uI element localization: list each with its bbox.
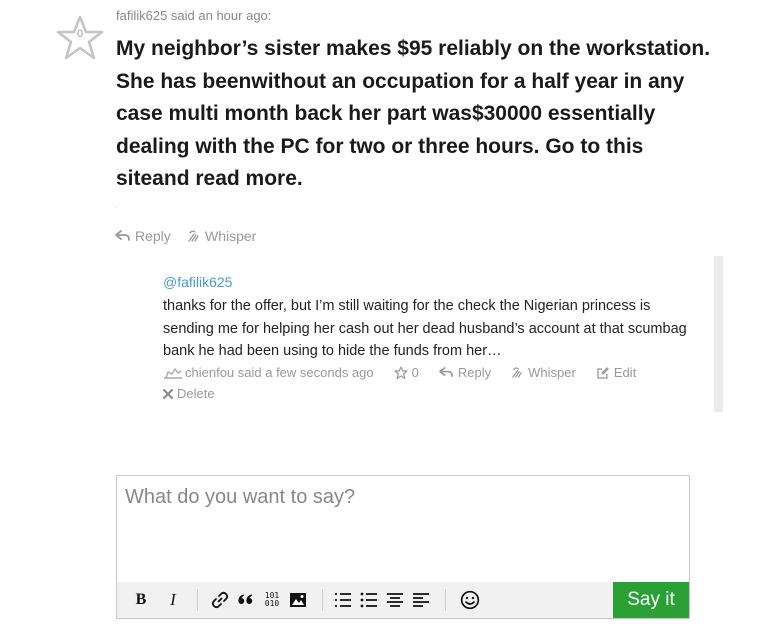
close-icon (163, 388, 173, 399)
bold-button[interactable]: B (131, 588, 151, 612)
reply-body: thanks for the offer, but I’m still wait… (163, 298, 687, 359)
reply-edit-label: Edit (613, 365, 637, 380)
reply-label: Reply (135, 228, 171, 244)
ordered-list-button[interactable] (333, 588, 353, 612)
whisper-label: Whisper (205, 228, 257, 244)
link-icon (211, 591, 229, 609)
image-icon (290, 593, 306, 607)
whisper-icon (188, 230, 199, 242)
code-button[interactable]: 101 010 (262, 588, 282, 612)
comment-body: My neighbor’s sister makes $95 reliably … (116, 37, 711, 190)
reply-button[interactable]: Reply (115, 228, 171, 244)
star-rating-button[interactable]: 0 (56, 14, 104, 62)
formatting-toolbar: B I 101 010 Say it (117, 582, 689, 618)
reply-reply-button[interactable]: Reply (439, 365, 491, 380)
reply-star-count: 0 (411, 365, 419, 380)
reply-mention-link[interactable]: @fafilik625 (163, 274, 232, 290)
comment-author-meta: fafilik625 said an hour ago: (116, 8, 272, 23)
align-center-icon (387, 593, 403, 607)
reply-meta-row: chienfou said a few seconds ago 0 Reply … (163, 365, 636, 380)
edit-icon (597, 366, 609, 379)
divider-dot: . (115, 200, 118, 209)
user-avatar-icon (164, 367, 182, 379)
comment-input[interactable] (117, 476, 689, 582)
reply-whisper-label: Whisper (528, 365, 576, 380)
reply-edit-button[interactable]: Edit (596, 365, 636, 380)
reply-delete-label: Delete (177, 386, 215, 401)
emoji-button[interactable] (460, 588, 480, 612)
quote-button[interactable] (236, 588, 256, 612)
align-center-button[interactable] (385, 588, 405, 612)
reply-whisper-button[interactable]: Whisper (511, 365, 576, 380)
unordered-list-icon (360, 592, 377, 608)
reply-icon (439, 367, 453, 378)
unordered-list-button[interactable] (359, 588, 379, 612)
star-count: 0 (76, 28, 84, 40)
whisper-button[interactable]: Whisper (187, 228, 256, 244)
emoji-icon (460, 590, 480, 610)
align-left-button[interactable] (411, 588, 431, 612)
reply-star-button[interactable]: 0 (394, 365, 419, 380)
thread-scrollbar[interactable] (714, 256, 723, 412)
whisper-icon (512, 367, 522, 378)
code-icon-bottom: 010 (264, 599, 280, 608)
say-it-button[interactable]: Say it (613, 582, 689, 618)
comment-composer: B I 101 010 (116, 475, 690, 619)
toolbar-separator (445, 589, 446, 611)
align-left-icon (413, 593, 429, 607)
quote-icon (238, 594, 253, 604)
toolbar-separator (197, 589, 198, 611)
reply-icon (115, 230, 130, 241)
link-button[interactable] (210, 588, 230, 612)
ordered-list-icon (335, 593, 351, 607)
reply-author-meta: chienfou said a few seconds ago (185, 365, 374, 380)
italic-button[interactable]: I (163, 588, 183, 612)
reply-reply-label: Reply (457, 365, 492, 380)
toolbar-separator (322, 589, 323, 611)
image-button[interactable] (288, 588, 308, 612)
star-outline-icon (394, 365, 408, 379)
reply-delete-button[interactable]: Delete (163, 386, 215, 401)
